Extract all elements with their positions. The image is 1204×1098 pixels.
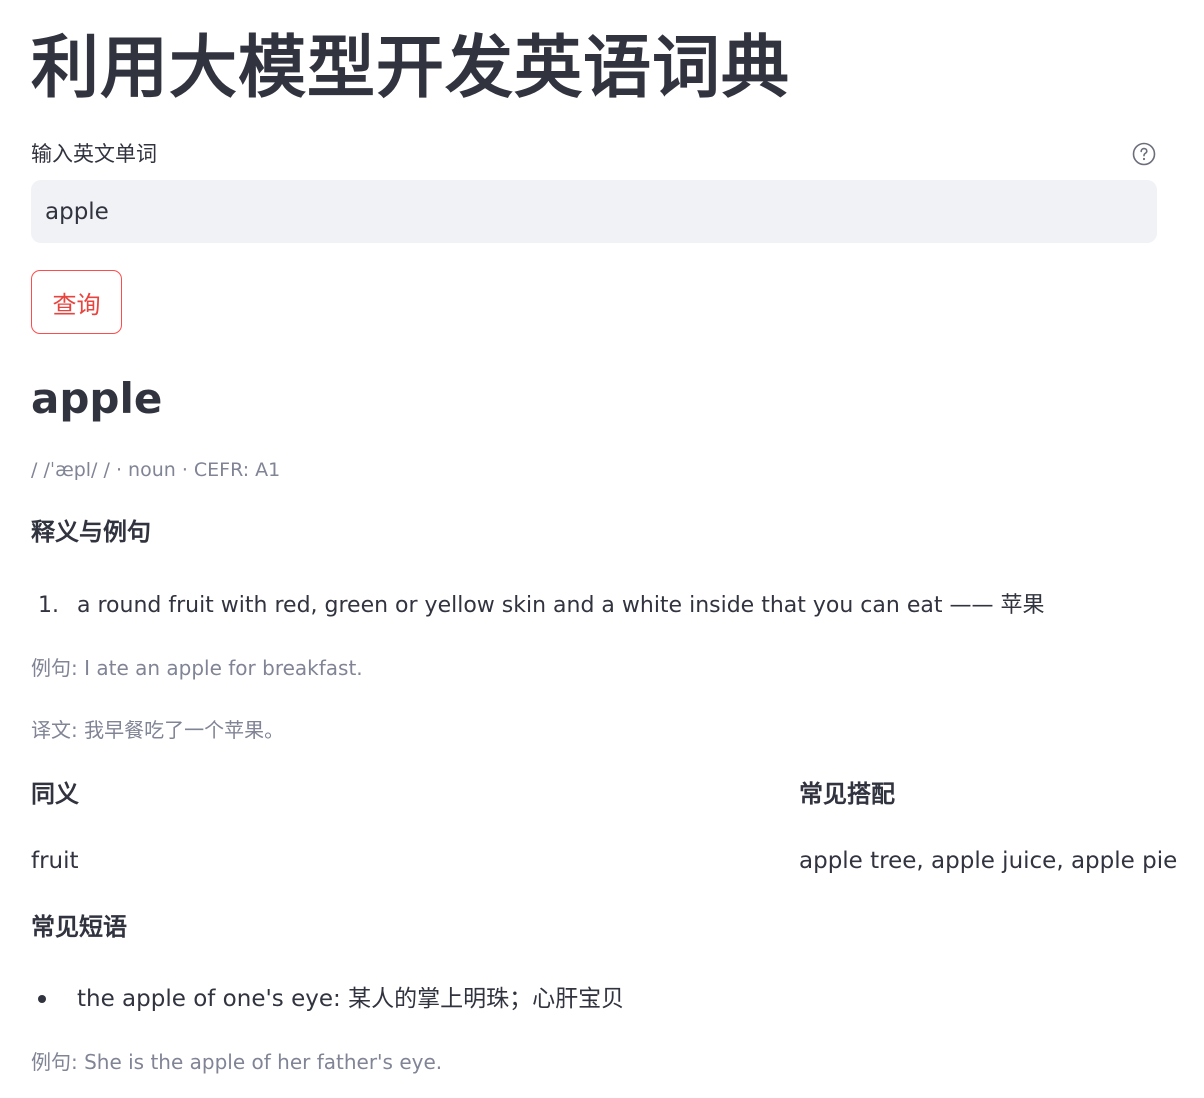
phrase-text: the apple of one's eye: 某人的掌上明珠；心肝宝贝	[77, 986, 625, 1012]
word-meta: / /ˈæpl/ / · noun · CEFR: A1	[31, 459, 281, 481]
phrases-title: 常见短语	[31, 913, 127, 941]
word-heading: apple	[31, 374, 163, 423]
synonyms-text: fruit	[31, 848, 79, 874]
word-input-label: 输入英文单词	[31, 142, 157, 166]
phrase-example: 例句: She is the apple of her father's eye…	[31, 1050, 443, 1074]
synonyms-title: 同义	[31, 780, 79, 808]
query-button[interactable]: 查询	[31, 270, 122, 334]
definition-translation: 译文: 我早餐吃了一个苹果。	[31, 718, 285, 742]
definitions-title: 释义与例句	[31, 518, 151, 546]
definition-number: 1.	[38, 593, 59, 618]
phrase-bullet	[38, 995, 46, 1003]
collocations-text: apple tree, apple juice, apple pie	[799, 848, 1178, 874]
definition-text: a round fruit with red, green or yellow …	[77, 593, 1045, 618]
word-input-container	[31, 180, 1157, 243]
question-circle-icon[interactable]	[1132, 142, 1156, 166]
word-input[interactable]	[45, 198, 1143, 225]
collocations-title: 常见搭配	[799, 780, 895, 808]
definition-example: 例句: I ate an apple for breakfast.	[31, 656, 363, 680]
page-title: 利用大模型开发英语词典	[31, 29, 791, 108]
